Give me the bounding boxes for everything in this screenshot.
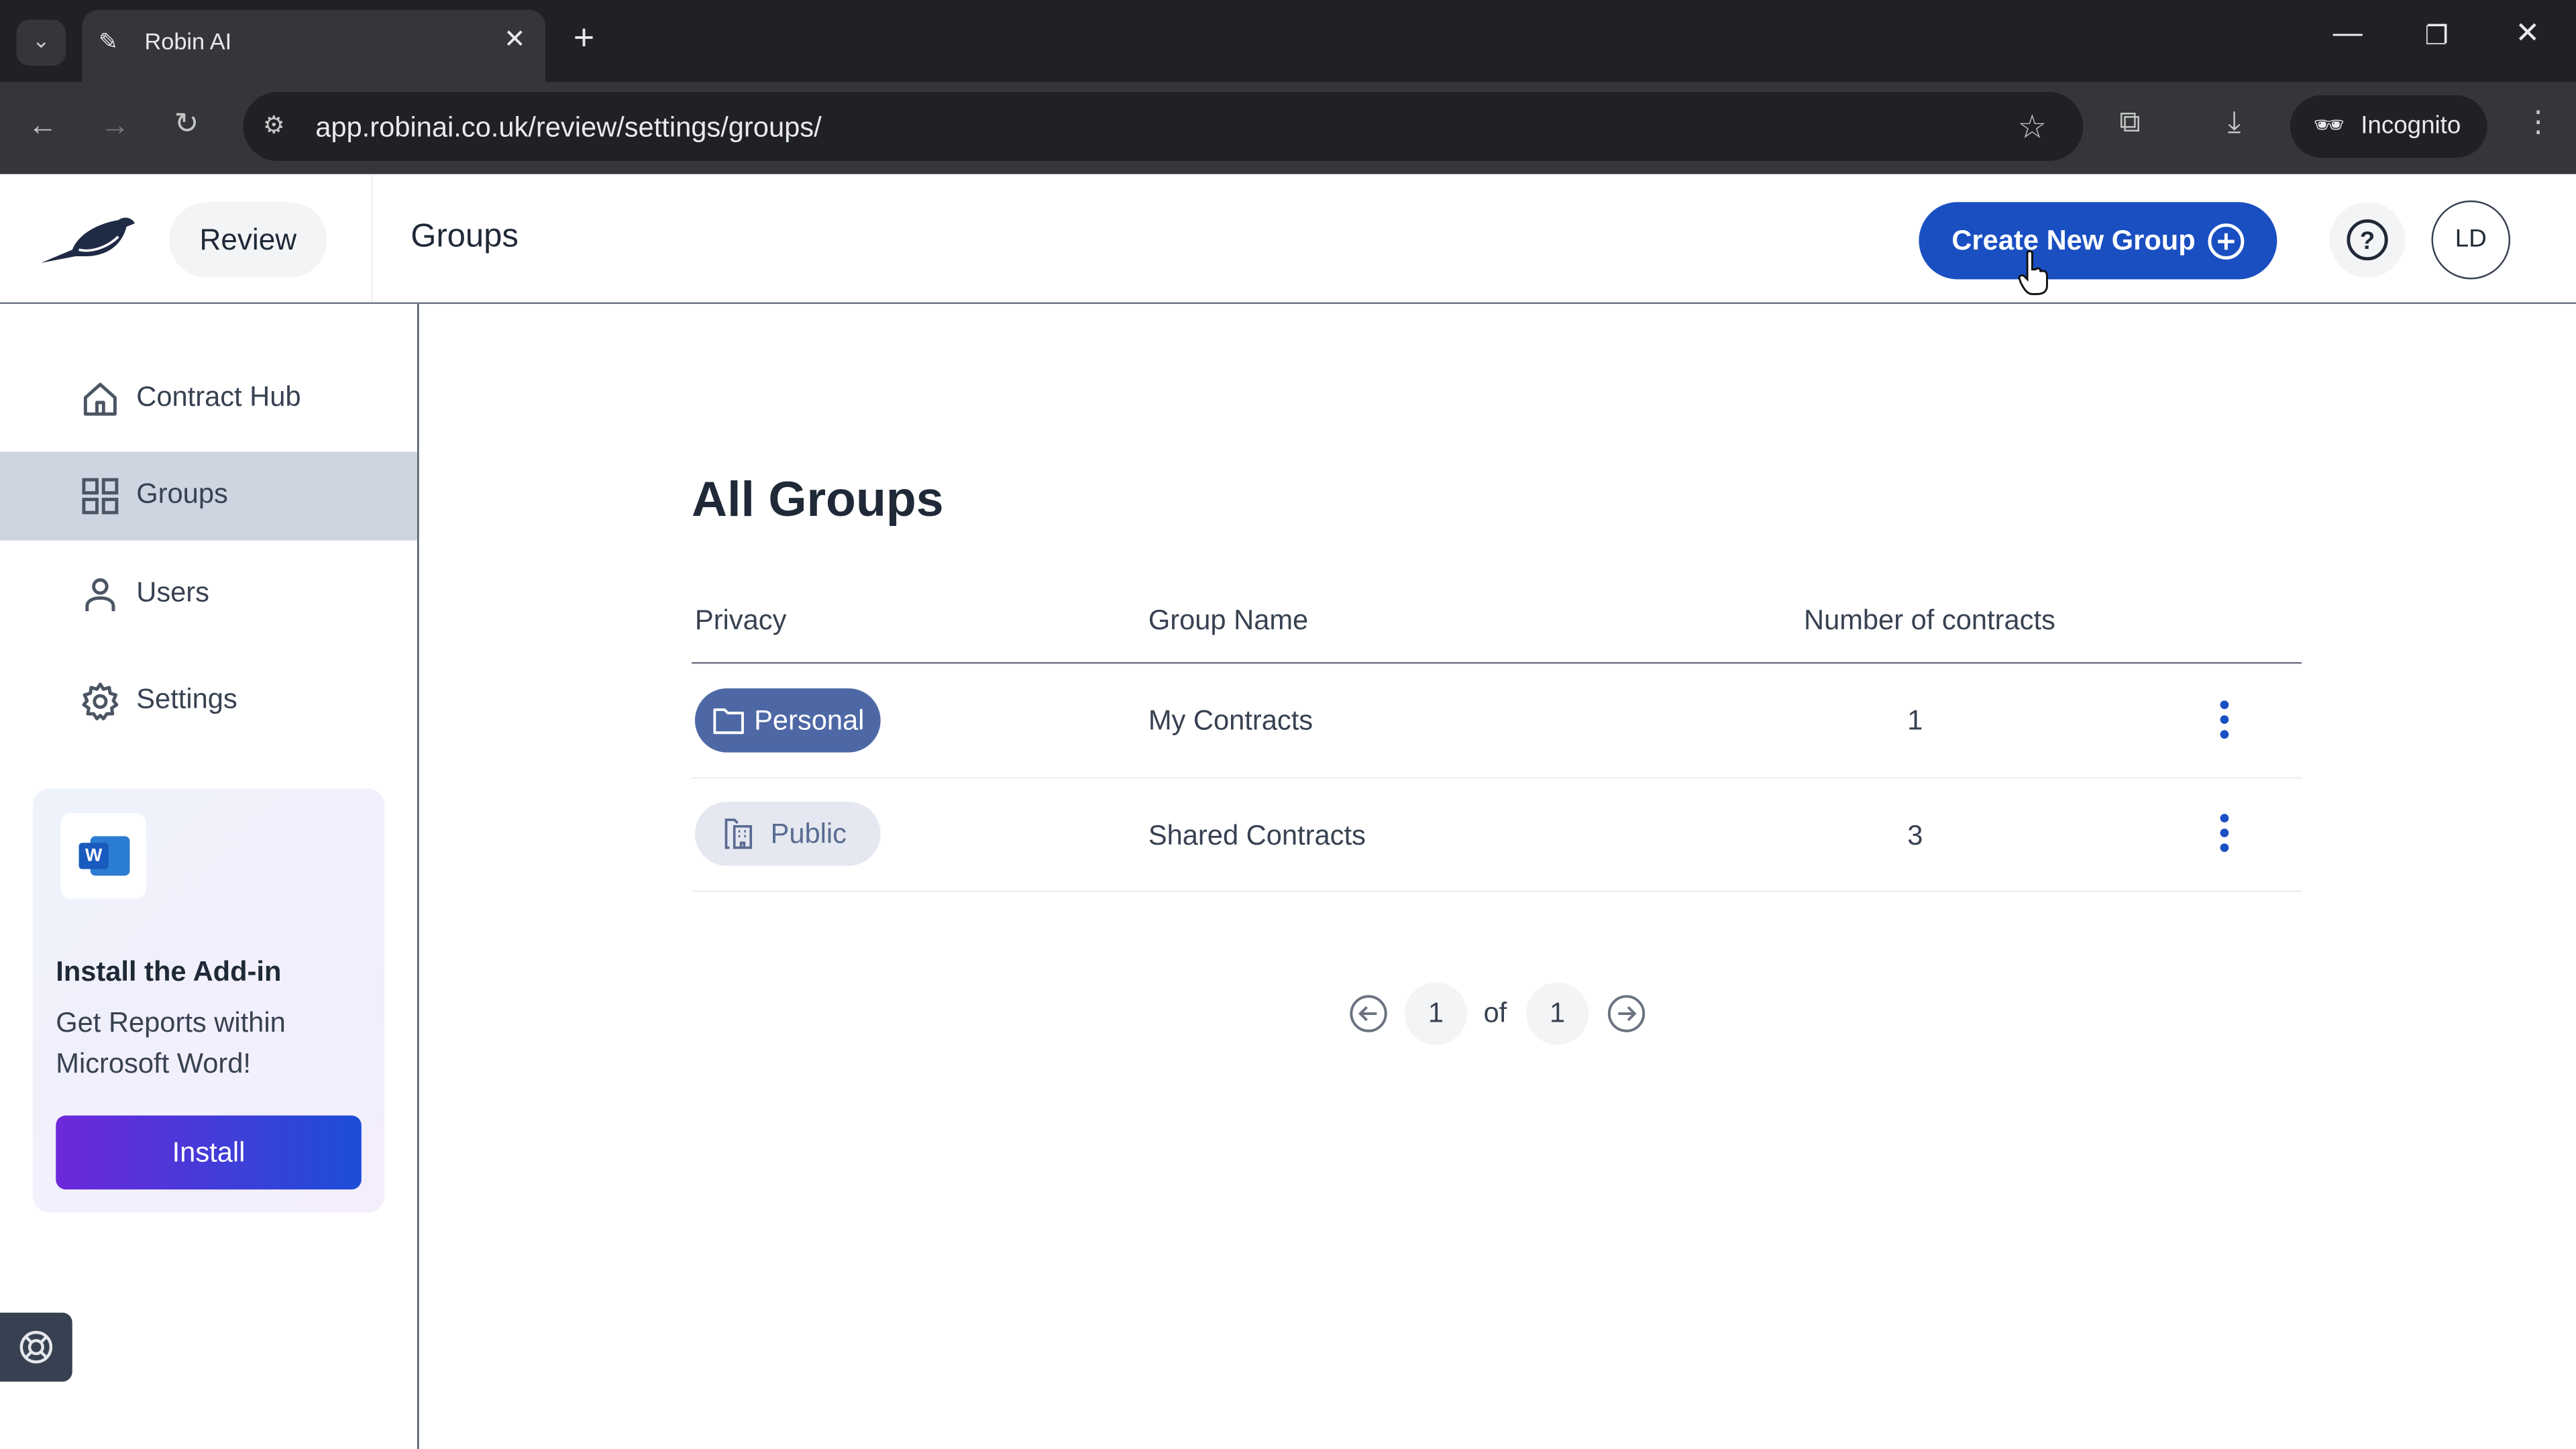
browser-toolbar: ← → ↻ ⚙ app.robinai.co.uk/review/setting… xyxy=(0,82,2576,174)
url-text[interactable]: app.robinai.co.uk/review/settings/groups… xyxy=(315,112,821,145)
tab-search-button[interactable]: ⌄ xyxy=(16,19,66,66)
robin-logo-icon xyxy=(41,217,135,263)
gear-icon xyxy=(82,682,119,720)
contract-count: 1 xyxy=(1907,704,1923,737)
folder-icon xyxy=(713,708,744,735)
contract-count: 3 xyxy=(1907,820,1923,851)
lifebuoy-icon xyxy=(19,1330,53,1364)
total-pages: 1 xyxy=(1526,982,1589,1045)
forward-icon[interactable]: → xyxy=(100,109,129,143)
tab-close-icon[interactable]: ✕ xyxy=(504,23,526,56)
header-divider xyxy=(371,174,373,303)
restore-button[interactable]: ❐ xyxy=(2425,19,2449,52)
next-page-icon[interactable] xyxy=(1607,994,1646,1034)
browser-tab[interactable]: ✎ Robin AI ✕ xyxy=(82,9,546,83)
create-new-group-label: Create New Group xyxy=(1951,225,2196,257)
current-page[interactable]: 1 xyxy=(1404,982,1467,1045)
addin-promo-card: W Install the Add-in Get Reports within … xyxy=(32,788,385,1213)
sidebar-item-settings[interactable]: Settings xyxy=(0,657,417,746)
incognito-indicator[interactable]: 🕶 Incognito xyxy=(2290,95,2487,158)
row-divider xyxy=(692,890,2302,892)
group-name[interactable]: Shared Contracts xyxy=(1148,820,1366,853)
review-button[interactable]: Review xyxy=(169,202,327,278)
minimize-button[interactable]: — xyxy=(2333,16,2363,50)
help-icon: ? xyxy=(2347,219,2388,261)
sidebar-item-label: Contract Hub xyxy=(136,381,301,413)
privacy-badge-public: Public xyxy=(694,802,881,866)
incognito-icon: 🕶 xyxy=(2313,111,2345,140)
robin-favicon-icon: ✎ xyxy=(98,28,118,54)
privacy-label: Public xyxy=(770,818,847,850)
grid-icon xyxy=(82,478,119,515)
extensions-icon[interactable]: ⧉ xyxy=(2119,105,2140,140)
incognito-label: Incognito xyxy=(2361,111,2461,140)
addin-title: Install the Add-in xyxy=(56,956,282,987)
close-window-button[interactable]: ✕ xyxy=(2515,16,2540,50)
sidebar-item-users[interactable]: Users xyxy=(0,550,417,639)
site-info-icon[interactable]: ⚙ xyxy=(263,110,285,140)
install-button[interactable]: Install xyxy=(56,1115,362,1190)
column-header-group-name[interactable]: Group Name xyxy=(1148,604,1308,637)
table-row[interactable]: Public Shared Contracts 3 xyxy=(692,779,2302,891)
plus-circle-icon xyxy=(2208,223,2245,260)
help-button[interactable]: ? xyxy=(2329,202,2406,278)
reload-icon[interactable]: ↻ xyxy=(174,107,199,141)
row-menu-icon[interactable] xyxy=(2208,696,2241,745)
sidebar-item-contract-hub[interactable]: Contract Hub xyxy=(0,355,417,443)
row-menu-icon[interactable] xyxy=(2208,810,2241,859)
svg-text:?: ? xyxy=(2360,227,2375,254)
address-bar[interactable]: ⚙ app.robinai.co.uk/review/settings/grou… xyxy=(243,92,2084,162)
user-avatar[interactable]: LD xyxy=(2431,200,2511,280)
tab-title: Robin AI xyxy=(144,28,232,54)
home-icon xyxy=(83,382,117,416)
app-header: Review Groups Create New Group ? LD xyxy=(0,174,2576,305)
hand-cursor-icon xyxy=(2018,250,2048,295)
table-row[interactable]: Personal My Contracts 1 xyxy=(692,663,2302,777)
section-title: All Groups xyxy=(692,473,944,528)
sidebar-item-label: Settings xyxy=(136,683,237,715)
back-icon[interactable]: ← xyxy=(28,109,58,143)
create-new-group-button[interactable]: Create New Group xyxy=(1919,202,2277,280)
pagination-of-label: of xyxy=(1483,997,1507,1029)
browser-tab-bar: ⌄ ✎ Robin AI ✕ + — ❐ ✕ xyxy=(0,0,2576,83)
download-icon[interactable]: ⤓ xyxy=(2228,105,2241,140)
sidebar-item-label: Users xyxy=(136,576,210,608)
previous-page-icon[interactable] xyxy=(1349,994,1389,1034)
new-tab-button[interactable]: + xyxy=(574,16,594,59)
column-header-privacy[interactable]: Privacy xyxy=(695,604,786,637)
page-title: Groups xyxy=(411,218,519,255)
word-logo-icon: W xyxy=(60,813,146,899)
browser-menu-icon[interactable]: ⋮ xyxy=(2524,105,2553,140)
column-header-contracts[interactable]: Number of contracts xyxy=(1804,604,2055,637)
privacy-badge-personal: Personal xyxy=(694,688,881,753)
addin-description: Get Reports within Microsoft Word! xyxy=(56,1007,286,1079)
group-name[interactable]: My Contracts xyxy=(1148,705,1313,738)
user-icon xyxy=(85,578,115,612)
building-folder-icon xyxy=(724,818,753,849)
sidebar-item-label: Groups xyxy=(136,478,228,510)
bookmark-star-icon[interactable]: ☆ xyxy=(2017,107,2047,148)
sidebar-item-groups[interactable]: Groups xyxy=(0,451,418,541)
support-button[interactable] xyxy=(0,1312,72,1382)
sidebar: Contract Hub Groups Users Settings W Ins… xyxy=(0,304,419,1449)
privacy-label: Personal xyxy=(754,704,865,737)
